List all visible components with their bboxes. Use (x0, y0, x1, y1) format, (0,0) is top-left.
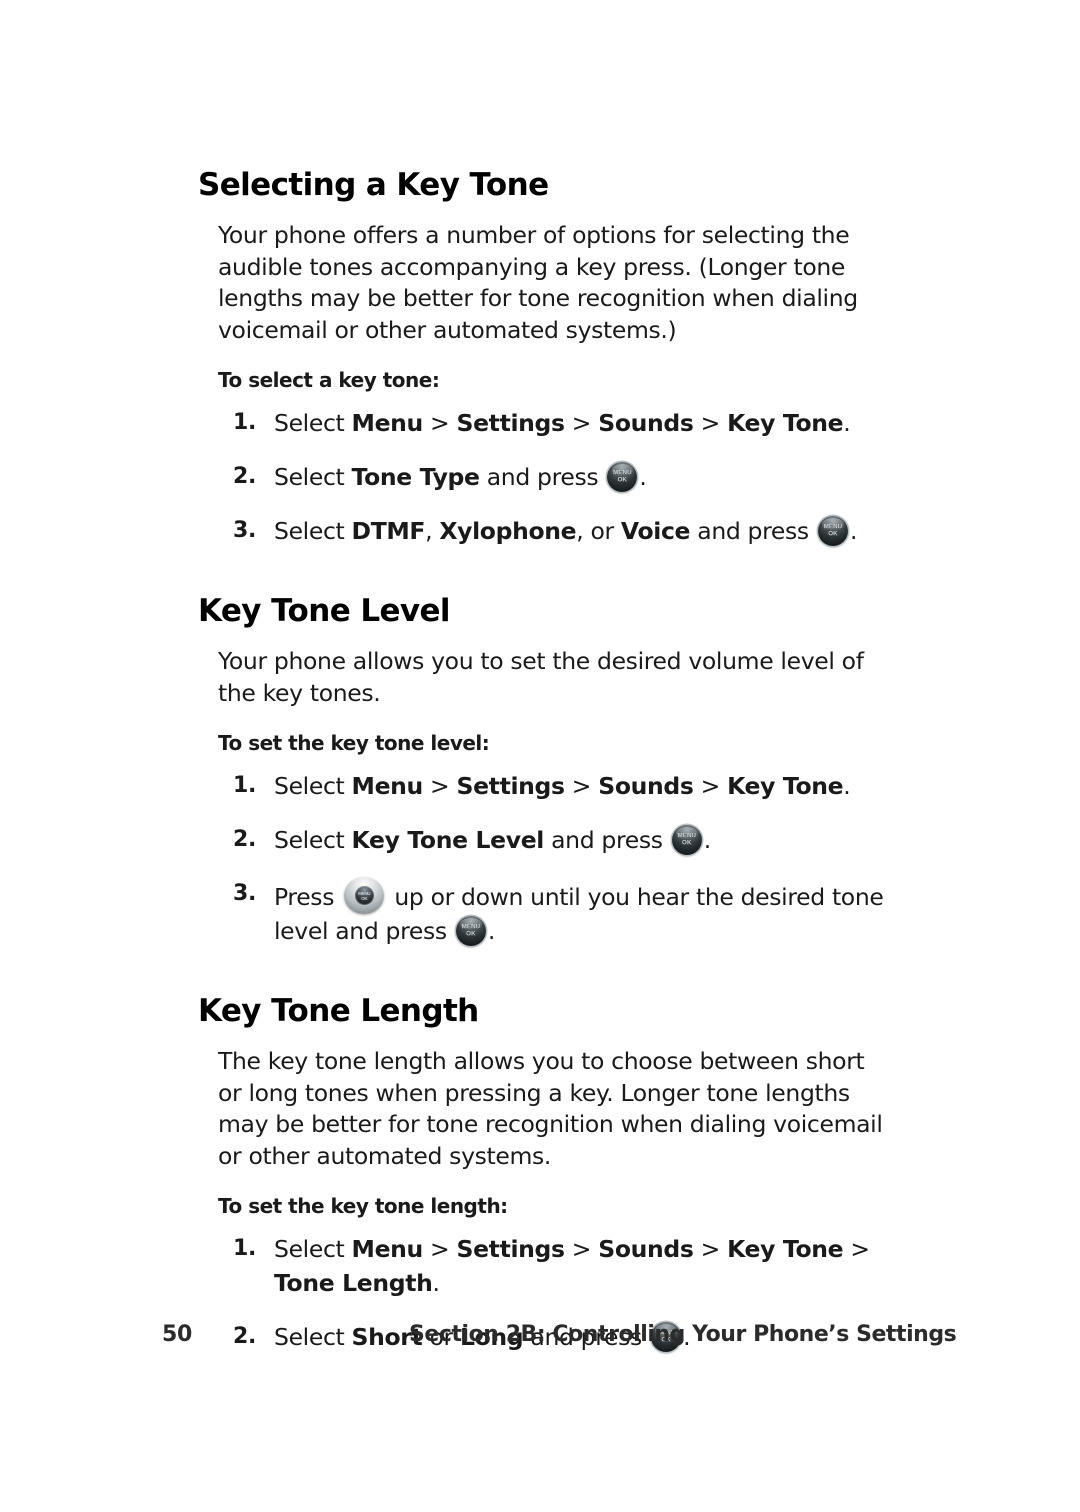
menu-path-item: Menu (351, 409, 424, 438)
page-footer: 50 Section 2B: Controlling Your Phone’s … (0, 1322, 1080, 1362)
procedure-step: 1. Select Menu > Settings > Sounds > Key … (198, 1232, 898, 1300)
section-heading: Key Tone Length (198, 993, 479, 1030)
procedure-lead-in: To set the key tone level: (218, 731, 490, 756)
procedure-step: 2. Select Tone Type and press MENU OK. (198, 460, 898, 494)
menu-ok-key-icon: MENU OK (607, 462, 638, 493)
step-text-run: Select (274, 409, 352, 438)
step-number: 1. (233, 1236, 256, 1262)
step-text: Select Tone Type and press MENU OK. (274, 462, 647, 493)
section-body-text: Your phone offers a number of options fo… (218, 221, 858, 344)
step-text-run: > (564, 409, 599, 438)
menu-ok-key-label: MENU OK (677, 832, 697, 847)
menu-ok-key-icon: MENU OK (817, 516, 848, 547)
step-text-run: . (843, 409, 851, 438)
menu-path-item: Sounds (598, 1235, 694, 1264)
step-text-run: Select (274, 826, 352, 855)
menu-ok-key-label: MENU OK (823, 523, 843, 538)
menu-path-item: Menu (351, 772, 424, 801)
page-content: Selecting a Key Tone Your phone offers a … (198, 168, 898, 1354)
step-number: 3. (233, 518, 256, 544)
step-text-run: , or (576, 517, 621, 546)
menu-path-item: Tone Type (351, 463, 480, 492)
menu-path-item: Settings (456, 772, 565, 801)
menu-path-item: Key Tone (727, 409, 844, 438)
menu-path-item: Key Tone Level (351, 826, 545, 855)
menu-path-item: DTMF (351, 517, 426, 546)
navigation-key-label: MENU OK (358, 890, 371, 901)
step-text-run: and press (479, 463, 606, 492)
procedure-step-list: 1. Select Menu > Settings > Sounds > Key … (198, 406, 898, 548)
step-number: 2. (233, 827, 256, 853)
step-text: Select Menu > Settings > Sounds > Key To… (274, 409, 851, 438)
step-text-run: . (639, 463, 647, 492)
procedure-step-list: 1. Select Menu > Settings > Sounds > Key … (198, 769, 898, 948)
step-text: Press MENU OK up or down until you hear t… (274, 877, 884, 947)
step-text-run: . (843, 772, 851, 801)
section-body-text: The key tone length allows you to choose… (218, 1047, 883, 1170)
step-text: Select DTMF, Xylophone, or Voice and pre… (274, 516, 858, 547)
step-number: 1. (233, 773, 256, 799)
step-text-run: > (693, 409, 728, 438)
step-text-run: > (422, 1235, 457, 1264)
procedure-step: 3. Select DTMF, Xylophone, or Voice and p… (198, 514, 898, 548)
menu-path-item: Key Tone (727, 772, 844, 801)
procedure-step: 2. Select Key Tone Level and press MENU OK… (198, 823, 898, 857)
menu-path-item: Voice (620, 517, 691, 546)
step-text-run: Select (274, 463, 352, 492)
step-text-run: , (425, 517, 440, 546)
step-text-run: > (564, 1235, 599, 1264)
step-text-run: > (843, 1235, 870, 1264)
step-text: Select Key Tone Level and press MENU OK. (274, 825, 711, 856)
step-text-run: . (432, 1269, 440, 1298)
procedure-step: 1. Select Menu > Settings > Sounds > Key … (198, 769, 898, 803)
step-text-run: . (703, 826, 711, 855)
navigation-key-icon: MENU OK (344, 877, 385, 915)
step-text-run: Press (274, 883, 342, 912)
step-text-run: > (422, 409, 457, 438)
page-number: 50 (162, 1322, 193, 1347)
footer-section-title: Section 2B: Controlling Your Phone’s Set… (409, 1322, 957, 1347)
step-number: 3. (233, 881, 256, 907)
section-body-text: Your phone allows you to set the desired… (218, 647, 864, 707)
menu-path-item: Settings (456, 409, 565, 438)
procedure-step: 1. Select Menu > Settings > Sounds > Key … (198, 406, 898, 440)
step-text-run: and press (690, 517, 816, 546)
step-text-run: > (693, 1235, 728, 1264)
step-number: 2. (233, 464, 256, 490)
step-text-run: Select (274, 772, 352, 801)
menu-path-item: Menu (351, 1235, 424, 1264)
step-text-run: and press (544, 826, 670, 855)
step-text-run: > (693, 772, 728, 801)
menu-path-item: Xylophone (439, 517, 577, 546)
procedure-step: 3. Press MENU OK up or down until you hear… (198, 877, 898, 948)
step-text: Select Menu > Settings > Sounds > Key To… (274, 772, 851, 801)
menu-path-item: Sounds (598, 409, 694, 438)
menu-ok-key-label: MENU OK (613, 469, 632, 484)
procedure-lead-in: To set the key tone length: (218, 1194, 508, 1219)
menu-ok-key-icon: MENU OK (671, 825, 702, 856)
section-heading: Key Tone Level (198, 593, 451, 630)
menu-path-item: Sounds (598, 772, 694, 801)
menu-ok-key-icon: MENU OK (455, 916, 486, 947)
manual-page: Selecting a Key Tone Your phone offers a … (0, 0, 1080, 1512)
menu-path-item: Settings (456, 1235, 565, 1264)
menu-path-item: Tone Length (274, 1269, 433, 1298)
step-text: Select Menu > Settings > Sounds > Key To… (274, 1235, 870, 1297)
step-text-run: Select (274, 517, 352, 546)
step-text-run: > (422, 772, 457, 801)
menu-ok-key-label: MENU OK (461, 923, 481, 938)
section-heading: Selecting a Key Tone (198, 167, 549, 203)
menu-path-item: Key Tone (727, 1235, 844, 1264)
step-text-run: . (487, 917, 496, 946)
step-text-run: Select (274, 1235, 352, 1264)
procedure-lead-in: To select a key tone: (218, 368, 440, 393)
step-text-run: . (849, 517, 858, 546)
step-number: 1. (233, 410, 256, 436)
step-text-run: > (564, 772, 599, 801)
